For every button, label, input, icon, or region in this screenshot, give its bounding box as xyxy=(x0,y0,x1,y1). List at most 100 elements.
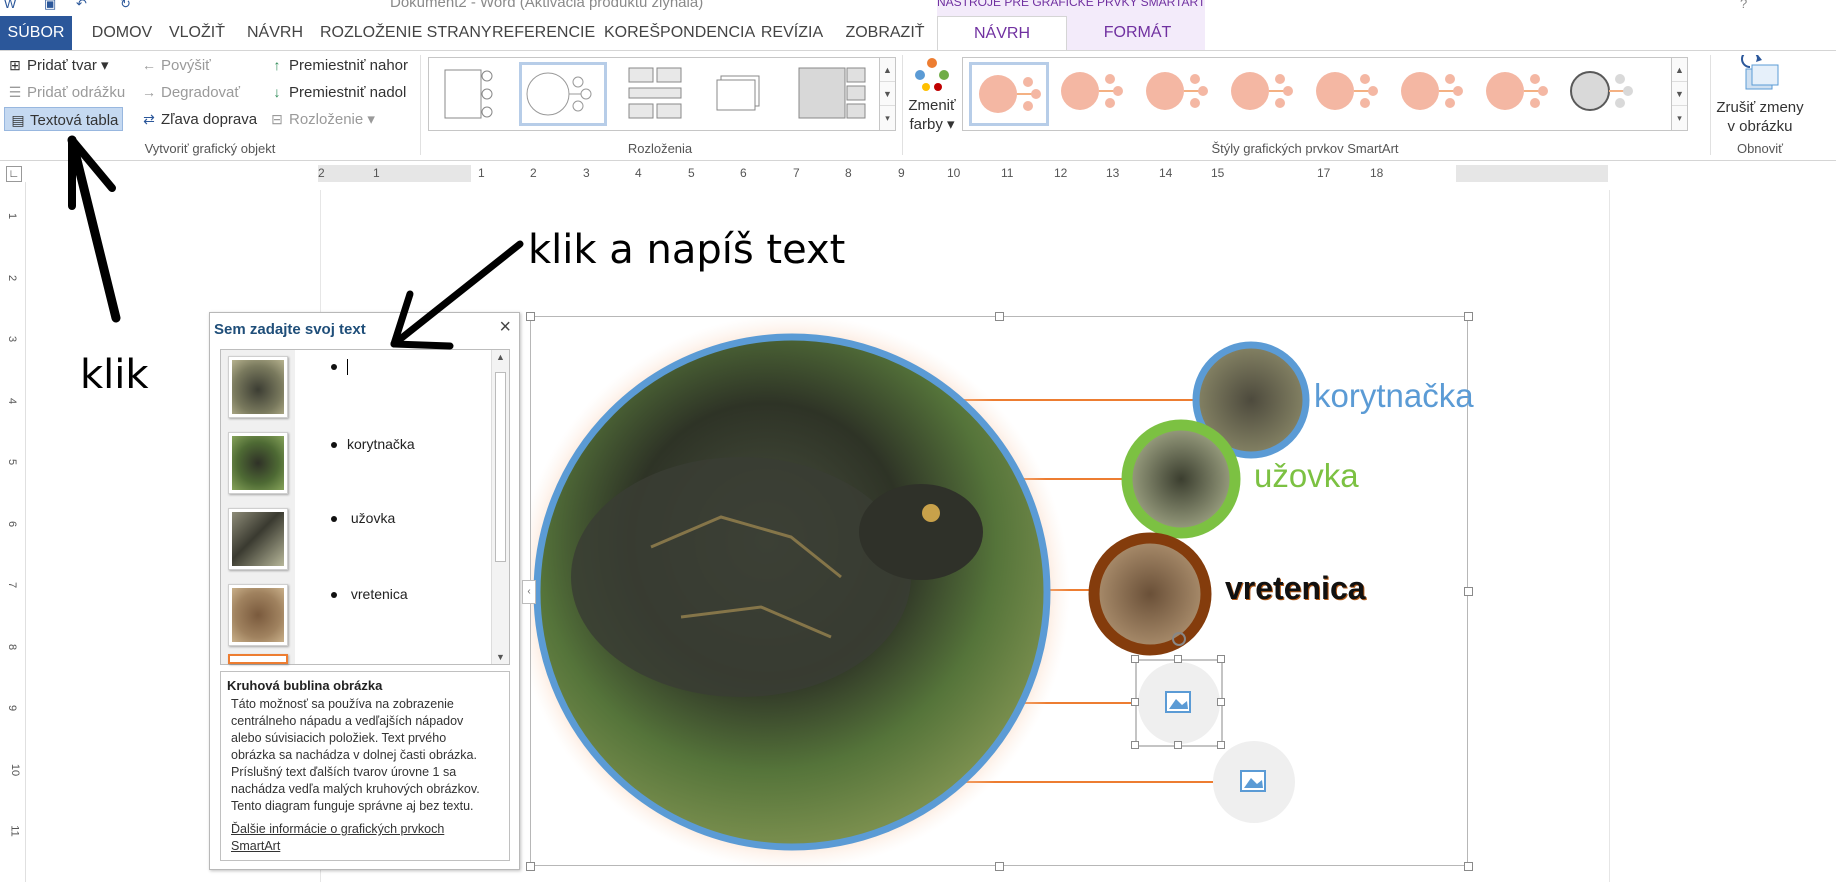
move-down-button[interactable]: ↓ Premiestniť nadol xyxy=(268,80,407,104)
smartart-style-option[interactable] xyxy=(969,62,1049,126)
text-pane-item[interactable]: užovka xyxy=(331,510,395,526)
save-icon[interactable]: ▣ xyxy=(44,0,56,12)
horizontal-ruler[interactable]: 2 1 1 2 3 4 5 6 7 8 9 10 11 12 13 14 15 17 18 xyxy=(318,165,1608,182)
vertical-ruler[interactable]: 1 2 3 4 5 6 7 8 9 10 11 xyxy=(0,182,26,882)
smartart-style-option[interactable] xyxy=(1139,62,1219,126)
smartart-frame[interactable]: korytnačka užovka vretenica xyxy=(526,312,1474,871)
ruler-number: 6 xyxy=(6,520,19,527)
layout-option[interactable] xyxy=(621,62,691,126)
resize-handle[interactable] xyxy=(1464,312,1473,321)
shape-resize-handle[interactable] xyxy=(1131,741,1139,749)
resize-handle[interactable] xyxy=(995,312,1004,321)
arrow-left-icon: ← xyxy=(142,57,156,73)
text-pane-item[interactable] xyxy=(331,358,348,376)
ruler-number: 9 xyxy=(6,704,19,712)
add-shape-button[interactable]: ⊞ Pridať tvar ▾ xyxy=(6,53,108,77)
shape-resize-handle[interactable] xyxy=(1174,655,1182,663)
shape-resize-handle[interactable] xyxy=(1217,655,1225,663)
thumbnail-turtle[interactable] xyxy=(228,356,288,418)
ruler-number: 8 xyxy=(6,643,19,650)
shape-resize-handle[interactable] xyxy=(1174,741,1182,749)
smartart-label-viper[interactable]: vretenica xyxy=(1225,570,1366,607)
resize-handle[interactable] xyxy=(995,862,1004,871)
text-pane-toggle[interactable]: ‹ xyxy=(522,580,536,604)
change-colors-button[interactable]: Zmeniť farby ▾ xyxy=(906,55,958,139)
smartart-style-option[interactable] xyxy=(1394,62,1474,126)
demote-button[interactable]: → Degradovať xyxy=(140,80,240,104)
tab-home[interactable]: DOMOV xyxy=(82,16,162,50)
tab-mailings[interactable]: KOREŠPONDENCIA xyxy=(604,16,755,50)
resize-handle[interactable] xyxy=(1464,587,1473,596)
styles-gallery-scroll[interactable]: ▲ ▼ ▾ xyxy=(1671,58,1687,130)
layout-option[interactable] xyxy=(437,62,503,126)
tab-selector[interactable]: ∟ xyxy=(6,166,22,182)
text-pane-button[interactable]: ▤ Textová tabla xyxy=(4,107,124,131)
reset-graphic-button[interactable]: Zrušiť zmeny v obrázku xyxy=(1712,50,1808,139)
layout-button[interactable]: ⊟ Rozloženie ▾ xyxy=(268,107,375,131)
smartart-style-option[interactable] xyxy=(1479,62,1559,126)
text-pane-scrollbar[interactable]: ▲ ▼ xyxy=(491,350,509,664)
ruler-number: 5 xyxy=(688,166,695,180)
layouts-group-label: Rozloženia xyxy=(627,141,693,156)
layout-icon: ⊟ xyxy=(271,111,283,127)
resize-handle[interactable] xyxy=(526,862,535,871)
central-picture-turtle[interactable] xyxy=(533,333,1051,851)
text-pane[interactable]: Sem zadajte svoj text × korytnačka užovk… xyxy=(209,312,520,870)
redo-icon[interactable]: ↻ xyxy=(120,0,131,12)
help-icon[interactable]: ? xyxy=(1740,0,1747,11)
tab-page-layout[interactable]: ROZLOŽENIE STRANY xyxy=(320,16,492,50)
tab-view[interactable]: ZOBRAZIŤ xyxy=(840,16,930,50)
text-pane-list[interactable]: korytnačka užovka vretenica ▲ ▼ xyxy=(220,349,510,665)
text-pane-item[interactable]: korytnačka xyxy=(331,436,415,452)
smartart-style-option[interactable] xyxy=(1309,62,1389,126)
add-bullet-button[interactable]: ☰ Pridať odrážku xyxy=(6,80,125,104)
smartart-style-option[interactable] xyxy=(1054,62,1134,126)
tab-design[interactable]: NÁVRH xyxy=(240,16,310,50)
styles-group-label: Štýly grafických prvkov SmartArt xyxy=(1211,141,1399,156)
undo-icon[interactable]: ↶ xyxy=(76,0,87,12)
shape-resize-handle[interactable] xyxy=(1217,698,1225,706)
picture-circle-snake[interactable] xyxy=(1121,419,1241,539)
group-separator xyxy=(902,55,903,155)
resize-handle[interactable] xyxy=(526,312,535,321)
smartart-label-snake[interactable]: užovka xyxy=(1254,457,1359,495)
tab-references[interactable]: REFERENCIE xyxy=(492,16,595,50)
thumbnail-viper[interactable] xyxy=(228,584,288,646)
ruler-number: 13 xyxy=(1106,166,1120,180)
insert-picture-icon[interactable] xyxy=(1240,770,1266,792)
shape-resize-handle[interactable] xyxy=(1131,698,1139,706)
thumbnail-placeholder[interactable] xyxy=(228,654,288,664)
tab-review[interactable]: REVÍZIA xyxy=(756,16,828,50)
layout-option[interactable] xyxy=(707,62,777,126)
ruler-number: 1 xyxy=(478,166,485,180)
thumbnail-turtle-2[interactable] xyxy=(228,432,288,494)
smartart-label-turtle[interactable]: korytnačka xyxy=(1314,377,1474,415)
ribbon: ⊞ Pridať tvar ▾ ☰ Pridať odrážku ▤ Textová … xyxy=(0,50,1836,161)
scroll-down-icon[interactable]: ▼ xyxy=(492,652,509,662)
tab-insert[interactable]: VLOŽIŤ xyxy=(162,16,232,50)
resize-handle[interactable] xyxy=(1464,862,1473,871)
layout-option[interactable] xyxy=(795,62,871,126)
scroll-up-icon[interactable]: ▲ xyxy=(492,352,509,362)
insert-picture-icon[interactable] xyxy=(1165,691,1191,713)
thumbnail-snake[interactable] xyxy=(228,508,288,570)
layouts-gallery-scroll[interactable]: ▲ ▼ ▾ xyxy=(879,58,895,130)
more-info-link[interactable]: Ďalšie informácie o grafických prvkoch S… xyxy=(227,821,503,855)
right-to-left-button[interactable]: ⇄ Zľava doprava xyxy=(140,107,257,131)
swap-icon: ⇄ xyxy=(143,111,155,127)
smartart-style-option[interactable] xyxy=(1564,62,1644,126)
tab-format[interactable]: FORMÁT xyxy=(1075,16,1200,50)
tab-smartart-design[interactable]: NÁVRH xyxy=(937,16,1067,51)
scroll-thumb[interactable] xyxy=(495,372,506,562)
move-up-button[interactable]: ↑ Premiestniť nahor xyxy=(268,53,409,77)
picture-circle-viper[interactable] xyxy=(1088,532,1212,656)
contextual-group-title: NÁSTROJE PRE GRAFICKÉ PRVKY SMARTART xyxy=(937,0,1206,9)
tab-file[interactable]: SÚBOR xyxy=(0,16,72,50)
layout-option-circle-picture[interactable] xyxy=(519,62,607,126)
shape-resize-handle[interactable] xyxy=(1217,741,1225,749)
close-icon[interactable]: × xyxy=(499,316,511,339)
smartart-style-option[interactable] xyxy=(1224,62,1304,126)
text-pane-item[interactable]: vretenica xyxy=(331,586,408,602)
promote-button[interactable]: ← Povýšiť xyxy=(140,53,211,77)
shape-resize-handle[interactable] xyxy=(1131,655,1139,663)
